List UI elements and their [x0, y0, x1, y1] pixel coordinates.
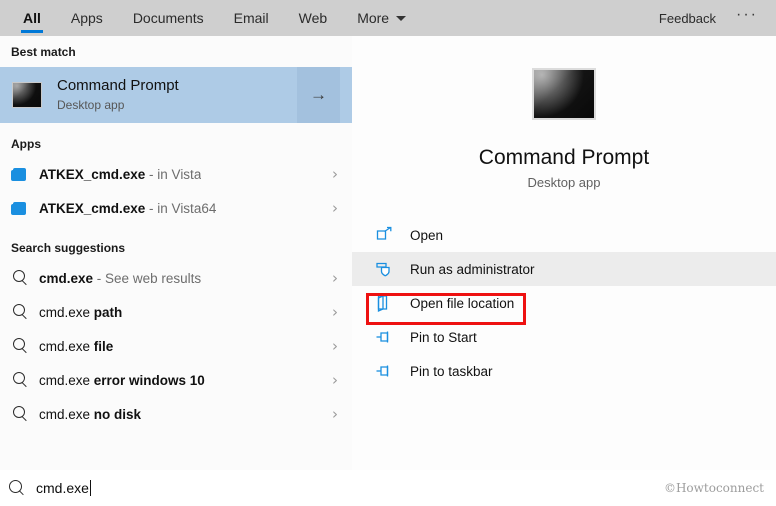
folder-icon	[375, 294, 397, 313]
list-item-atkex-vista[interactable]: ATKEX_cmd.exe - in Vista ›	[0, 157, 352, 191]
list-item-suggestion-error[interactable]: cmd.exe error windows 10 ›	[0, 363, 352, 397]
action-open-label: Open	[410, 227, 444, 243]
watermark: ©Howtoconnect	[663, 481, 764, 495]
list-item-label: ATKEX_cmd.exe - in Vista	[39, 167, 201, 182]
list-item-suggestion-path[interactable]: cmd.exe path ›	[0, 295, 352, 329]
app-detail-vista: - in Vista	[145, 166, 202, 182]
suggestion-suffix-4: no disk	[93, 406, 142, 422]
action-open[interactable]: Open	[352, 218, 776, 252]
list-item-label: cmd.exe error windows 10	[39, 373, 205, 388]
chevron-right-icon[interactable]: ›	[332, 337, 338, 355]
search-input-value: cmd.exe	[36, 480, 89, 496]
tab-apps[interactable]: Apps	[56, 0, 118, 36]
preview-hero: Command Prompt Desktop app	[352, 36, 776, 190]
tabbar-right-group: Feedback ···	[647, 0, 776, 36]
best-match-subtitle: Desktop app	[57, 98, 125, 113]
app-preview-panel: Command Prompt Desktop app Open Run as a…	[352, 36, 776, 470]
list-item-suggestion-no-disk[interactable]: cmd.exe no disk ›	[0, 397, 352, 431]
list-item-atkex-vista64[interactable]: ATKEX_cmd.exe - in Vista64 ›	[0, 191, 352, 225]
list-item-suggestion-web-results[interactable]: cmd.exe - See web results ›	[0, 261, 352, 295]
best-match-text: Command Prompt Desktop app	[57, 77, 179, 112]
suggestion-detail-0: - See web results	[93, 270, 202, 286]
tab-more-label: More	[357, 10, 390, 26]
tab-email[interactable]: Email	[219, 0, 284, 36]
tab-documents-label: Documents	[132, 10, 204, 26]
chevron-right-icon[interactable]: ›	[332, 199, 338, 217]
search-suggestions-heading: Search suggestions	[11, 241, 126, 255]
tab-all-label: All	[23, 10, 41, 26]
more-options-icon[interactable]: ···	[728, 7, 766, 26]
search-icon	[11, 372, 33, 388]
suggestion-suffix-3: error windows 10	[93, 372, 205, 388]
search-results-panel: Best match Command Prompt Desktop app → …	[0, 36, 352, 470]
best-match-heading: Best match	[11, 45, 76, 59]
search-icon	[11, 406, 33, 422]
command-prompt-icon-large	[532, 68, 596, 120]
action-pin-to-taskbar[interactable]: Pin to taskbar	[352, 354, 776, 388]
search-input[interactable]: cmd.exe	[36, 480, 92, 496]
tab-active-underline	[21, 30, 43, 33]
chevron-right-icon[interactable]: ›	[332, 165, 338, 183]
list-item-label: cmd.exe no disk	[39, 407, 141, 422]
tab-list: All Apps Documents Email Web More	[0, 0, 421, 36]
pin-icon	[375, 328, 397, 346]
suggestion-prefix-3: cmd.exe	[39, 372, 94, 388]
app-name-vista: ATKEX_cmd.exe	[39, 166, 146, 182]
action-pin-to-start[interactable]: Pin to Start	[352, 320, 776, 354]
text-cursor	[89, 480, 92, 496]
action-open-file-location[interactable]: Open file location	[352, 286, 776, 320]
search-icon	[11, 338, 33, 354]
tab-more[interactable]: More	[342, 0, 421, 36]
best-match-title: Command Prompt	[57, 77, 179, 95]
app-icon	[11, 201, 33, 215]
list-item-label: cmd.exe file	[39, 339, 113, 354]
suggestion-suffix-2: file	[93, 338, 114, 354]
windows-search-overlay: All Apps Documents Email Web More Feedba…	[0, 0, 776, 506]
open-external-icon	[375, 226, 397, 244]
apps-heading: Apps	[11, 137, 41, 151]
tab-email-label: Email	[233, 10, 269, 26]
chevron-right-icon[interactable]: ›	[332, 303, 338, 321]
action-open-file-location-label: Open file location	[410, 295, 515, 311]
chevron-down-icon	[396, 15, 407, 21]
app-name-vista64: ATKEX_cmd.exe	[39, 200, 146, 216]
action-run-as-administrator-label: Run as administrator	[410, 261, 535, 277]
tab-apps-label: Apps	[70, 10, 103, 26]
action-pin-to-start-label: Pin to Start	[410, 329, 477, 345]
chevron-right-icon[interactable]: ›	[332, 371, 338, 389]
preview-app-title: Command Prompt	[478, 146, 650, 169]
open-arrow-icon[interactable]: →	[297, 67, 340, 123]
list-item-label: cmd.exe - See web results	[39, 271, 201, 286]
suggestion-suffix-1: path	[93, 304, 123, 320]
chevron-right-icon[interactable]: ›	[332, 405, 338, 423]
best-match-result[interactable]: Command Prompt Desktop app →	[0, 67, 352, 123]
search-filter-tabbar: All Apps Documents Email Web More Feedba…	[0, 0, 776, 36]
list-item-label: ATKEX_cmd.exe - in Vista64	[39, 201, 216, 216]
command-prompt-icon	[12, 82, 42, 108]
tab-web-label: Web	[298, 10, 328, 26]
suggestion-prefix-4: cmd.exe	[39, 406, 94, 422]
search-icon	[11, 270, 33, 286]
chevron-right-icon[interactable]: ›	[332, 269, 338, 287]
shield-icon	[375, 260, 397, 278]
pin-icon	[375, 362, 397, 380]
search-icon	[11, 304, 33, 320]
preview-app-subtitle: Desktop app	[527, 175, 601, 190]
suggestion-prefix-0: cmd.exe	[39, 270, 94, 286]
suggestion-prefix-1: cmd.exe	[39, 304, 94, 320]
action-run-as-administrator[interactable]: Run as administrator	[352, 252, 776, 286]
app-detail-vista64: - in Vista64	[145, 200, 217, 216]
tab-all[interactable]: All	[8, 0, 56, 36]
feedback-button[interactable]: Feedback	[647, 11, 728, 26]
tab-web[interactable]: Web	[284, 0, 343, 36]
app-actions-list: Open Run as administrator Open file loca…	[352, 218, 776, 388]
list-item-suggestion-file[interactable]: cmd.exe file ›	[0, 329, 352, 363]
taskbar-search-bar: cmd.exe ©Howtoconnect	[0, 470, 776, 506]
search-icon	[8, 479, 25, 497]
suggestion-prefix-2: cmd.exe	[39, 338, 94, 354]
list-item-label: cmd.exe path	[39, 305, 122, 320]
action-pin-to-taskbar-label: Pin to taskbar	[410, 363, 493, 379]
tab-documents[interactable]: Documents	[118, 0, 219, 36]
app-icon	[11, 167, 33, 181]
